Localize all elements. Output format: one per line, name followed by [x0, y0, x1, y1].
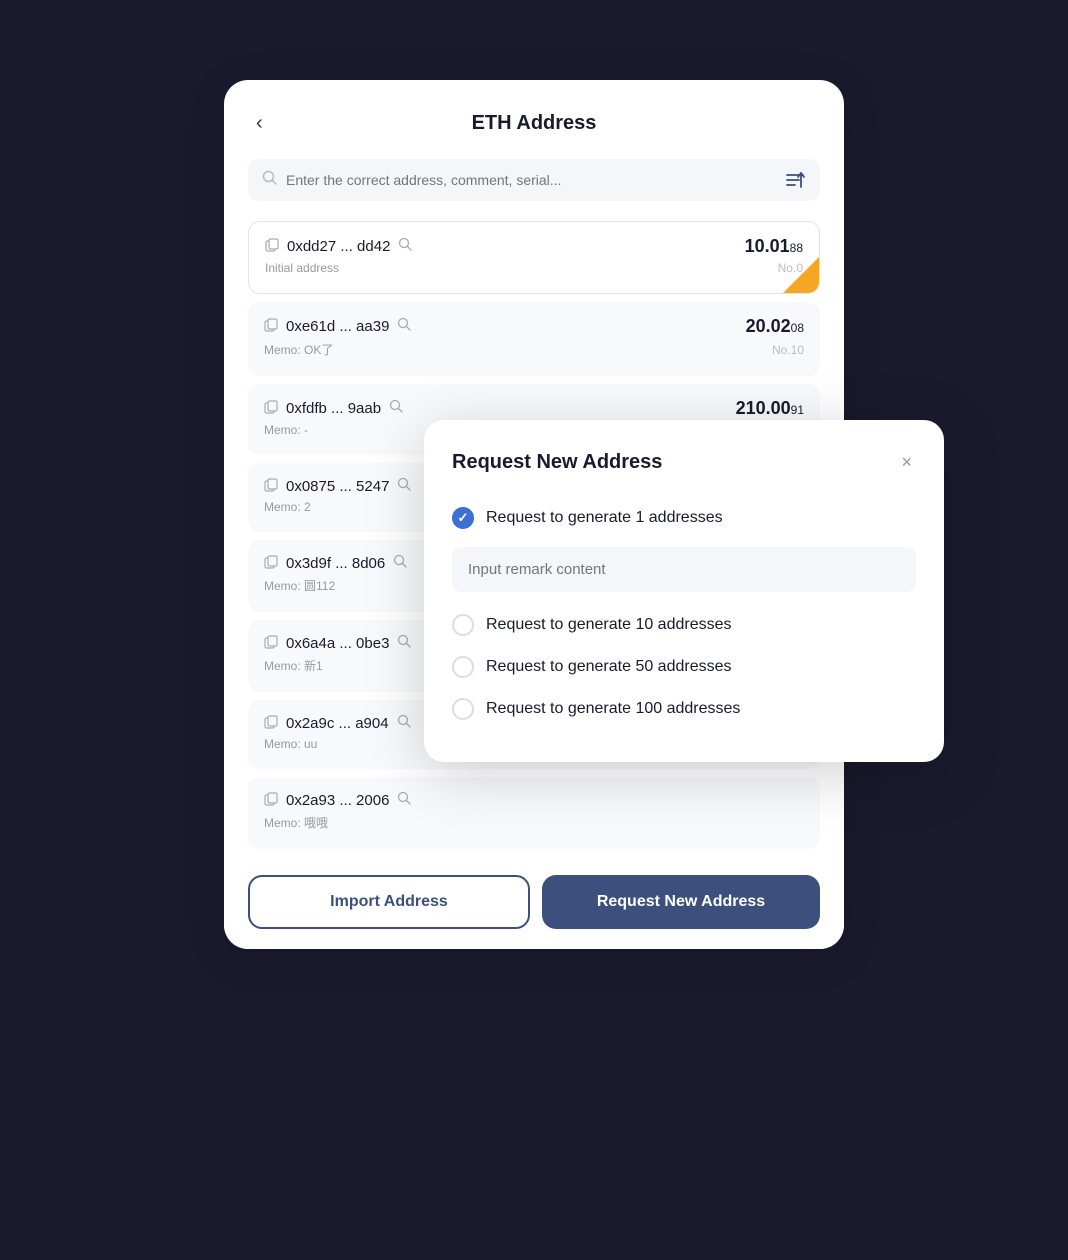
remark-input[interactable]	[452, 547, 916, 592]
copy-icon[interactable]	[264, 792, 278, 809]
bottom-buttons: Import Address Request New Address	[224, 855, 844, 949]
modal-overlay: Request New Address × Request to generat…	[424, 420, 944, 762]
amount-sub: 91	[791, 403, 804, 417]
copy-icon[interactable]	[264, 400, 278, 417]
address-text: 0x6a4a ... 0be3	[286, 635, 389, 652]
header: ‹ ETH Address	[248, 112, 820, 135]
search-bar	[248, 159, 820, 201]
magnify-icon[interactable]	[393, 554, 408, 573]
filter-icon	[784, 169, 806, 191]
address-text: 0xfdfb ... 9aab	[286, 400, 381, 417]
radio-circle-2	[452, 614, 474, 636]
address-text: 0xdd27 ... dd42	[287, 238, 390, 255]
back-button[interactable]: ‹	[248, 108, 271, 139]
memo-text: Memo: 新1	[264, 657, 323, 674]
search-input[interactable]	[286, 172, 776, 188]
amount-main: 20.02	[746, 316, 791, 336]
radio-circle-4	[452, 698, 474, 720]
copy-icon[interactable]	[264, 318, 278, 335]
radio-option-2[interactable]: Request to generate 10 addresses	[452, 604, 916, 646]
magnify-icon[interactable]	[397, 634, 412, 653]
copy-icon[interactable]	[264, 478, 278, 495]
amount-main: 10.01	[745, 236, 790, 256]
request-new-address-button[interactable]: Request New Address	[542, 875, 820, 929]
magnify-icon[interactable]	[389, 399, 404, 418]
amount-main: 210.00	[736, 398, 791, 418]
radio-label-4: Request to generate 100 addresses	[486, 700, 740, 718]
address-item[interactable]: 0xe61d ... aa39 20.0208 Memo: OK了 No.10	[248, 302, 820, 376]
radio-option-1[interactable]: Request to generate 1 addresses	[452, 497, 916, 539]
memo-text: Memo: -	[264, 423, 308, 437]
radio-circle-3	[452, 656, 474, 678]
address-text: 0x3d9f ... 8d06	[286, 555, 385, 572]
amount-sub: 08	[791, 321, 804, 335]
address-text: 0x2a9c ... a904	[286, 715, 389, 732]
magnify-icon[interactable]	[397, 714, 412, 733]
radio-label-2: Request to generate 10 addresses	[486, 616, 732, 634]
modal-header: Request New Address ×	[452, 448, 916, 477]
magnify-icon[interactable]	[397, 317, 412, 336]
number-badge: No.10	[772, 343, 804, 357]
memo-text: Memo: OK了	[264, 341, 333, 358]
magnify-icon[interactable]	[398, 237, 413, 256]
active-corner	[783, 257, 819, 293]
address-item[interactable]: 0x2a93 ... 2006 Memo: 哦哦	[248, 777, 820, 849]
copy-icon[interactable]	[264, 555, 278, 572]
magnify-icon[interactable]	[397, 477, 412, 496]
filter-button[interactable]	[784, 169, 806, 191]
modal-close-button[interactable]: ×	[897, 448, 916, 477]
copy-icon[interactable]	[264, 635, 278, 652]
memo-text: Memo: uu	[264, 737, 317, 751]
radio-label-3: Request to generate 50 addresses	[486, 658, 732, 676]
modal-title: Request New Address	[452, 451, 662, 474]
copy-icon[interactable]	[264, 715, 278, 732]
radio-label-1: Request to generate 1 addresses	[486, 509, 723, 527]
request-address-modal: Request New Address × Request to generat…	[424, 420, 944, 762]
copy-icon[interactable]	[265, 238, 279, 255]
address-text: 0x0875 ... 5247	[286, 478, 389, 495]
memo-text: Initial address	[265, 261, 339, 275]
address-text: 0xe61d ... aa39	[286, 318, 389, 335]
address-item[interactable]: 0xdd27 ... dd42 10.0188 Initial address …	[248, 221, 820, 294]
radio-option-4[interactable]: Request to generate 100 addresses	[452, 688, 916, 730]
search-icon	[262, 170, 278, 191]
amount-sub: 88	[790, 241, 803, 255]
import-address-button[interactable]: Import Address	[248, 875, 530, 929]
radio-circle-1	[452, 507, 474, 529]
memo-text: Memo: 哦哦	[264, 814, 328, 831]
page-title: ETH Address	[472, 112, 597, 135]
memo-text: Memo: 圆112	[264, 577, 335, 594]
magnify-icon[interactable]	[397, 791, 412, 810]
memo-text: Memo: 2	[264, 500, 311, 514]
address-text: 0x2a93 ... 2006	[286, 792, 389, 809]
radio-option-3[interactable]: Request to generate 50 addresses	[452, 646, 916, 688]
